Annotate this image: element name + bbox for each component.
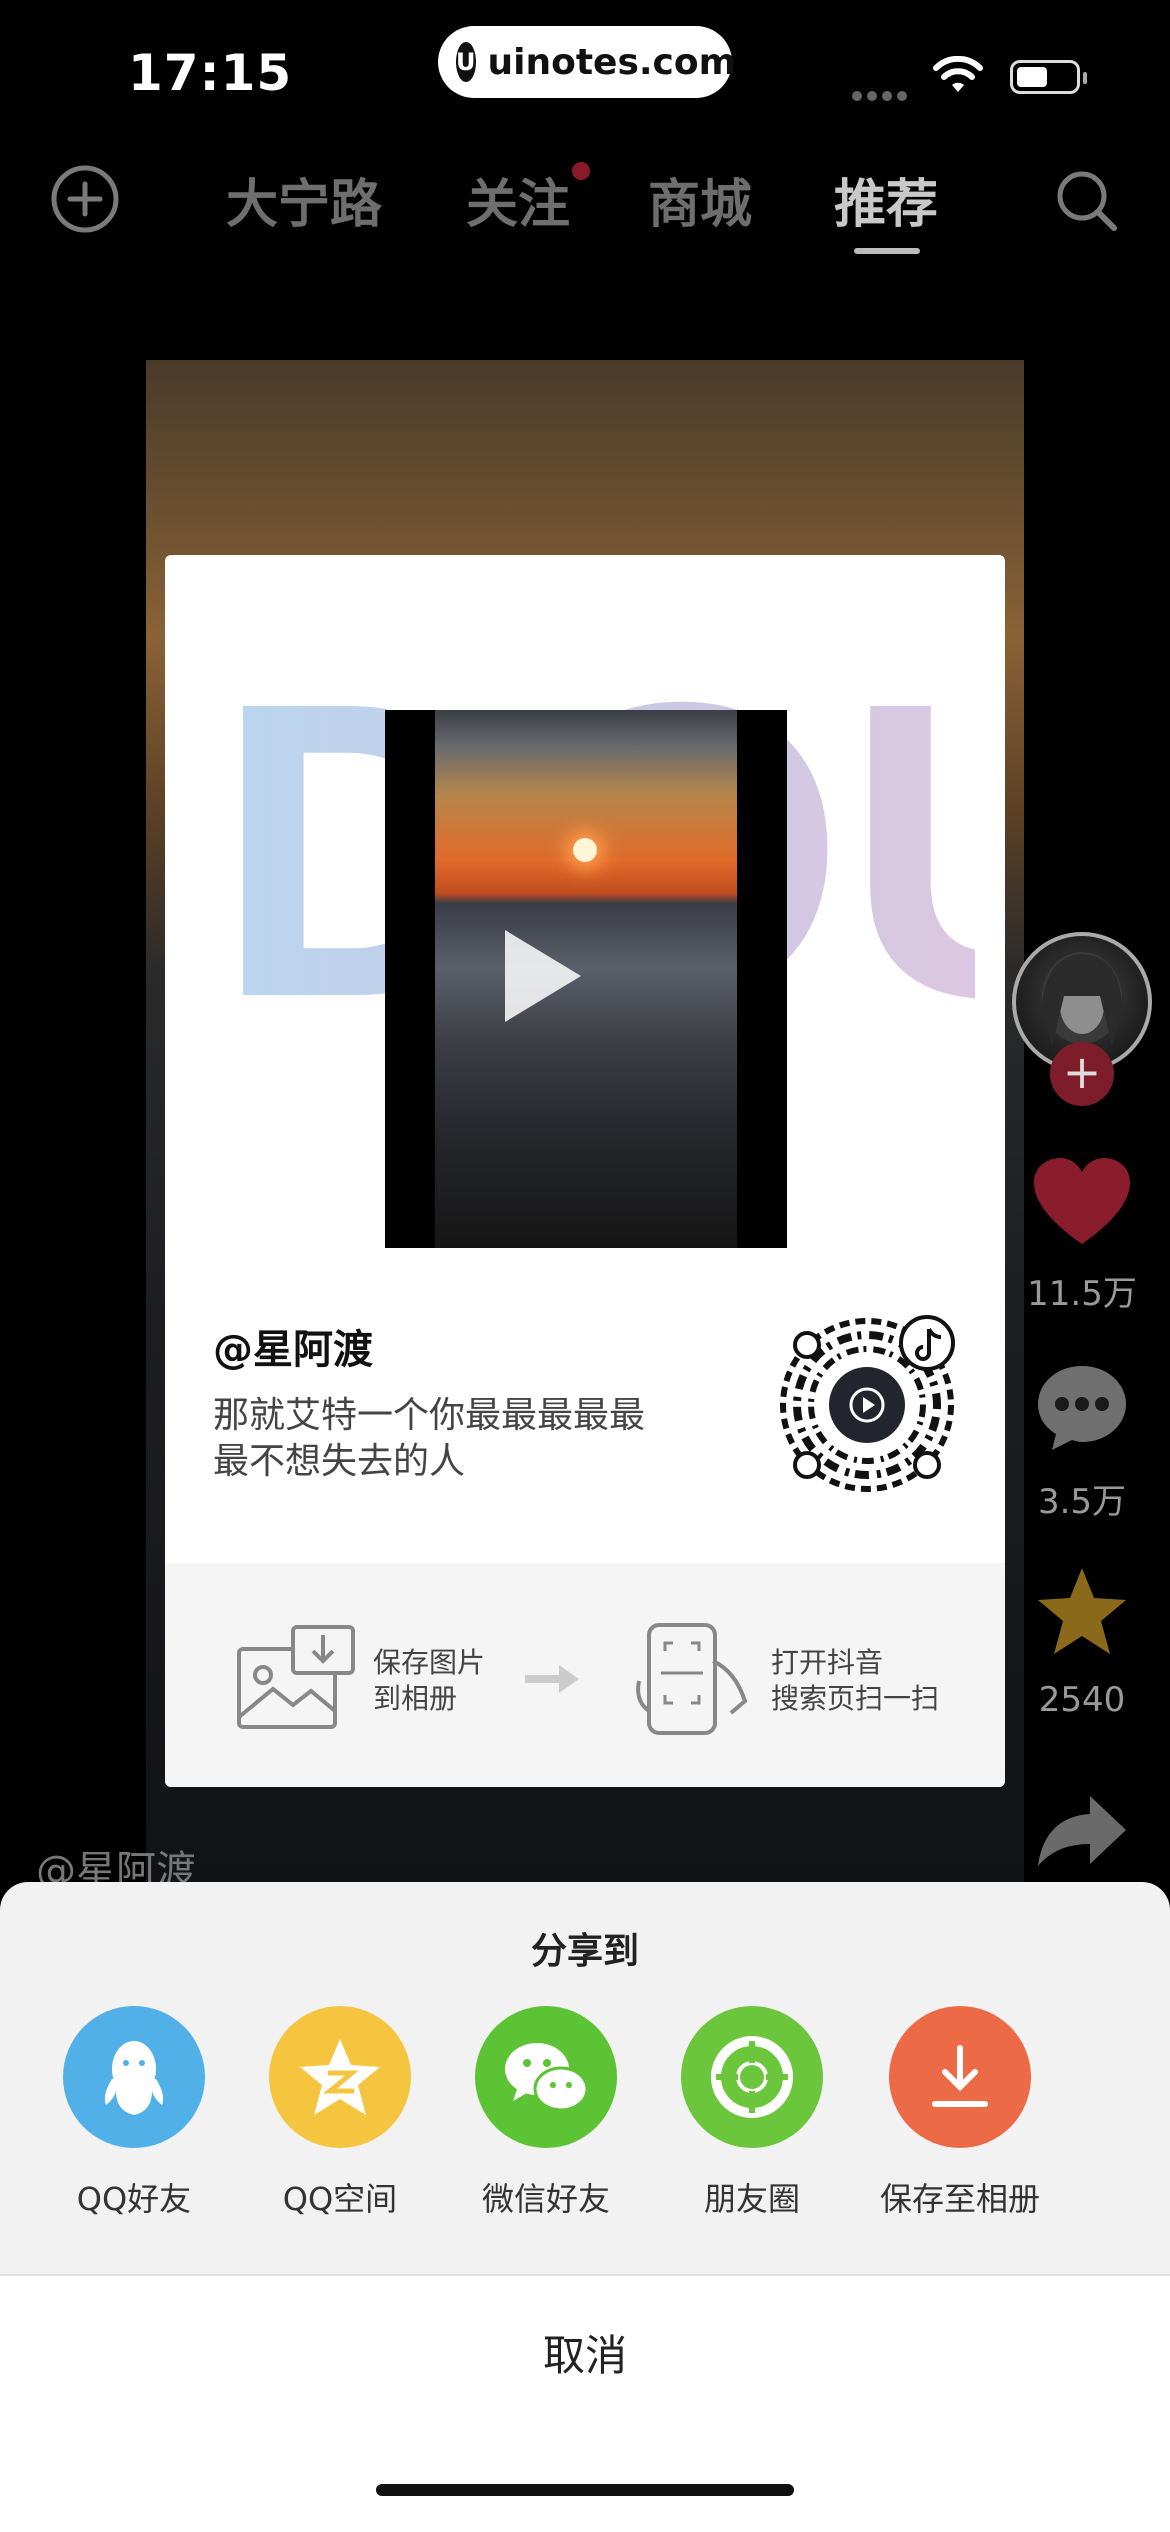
- share-moments[interactable]: 朋友圈: [652, 2006, 852, 2220]
- cellular-signal-icon: [852, 86, 912, 105]
- cancel-label: 取消: [542, 2331, 627, 2380]
- star-icon[interactable]: [1034, 1566, 1130, 1658]
- share-label: QQ空间: [282, 2180, 398, 2218]
- tab-location[interactable]: 大宁路: [226, 162, 382, 237]
- share-label: 朋友圈: [703, 2180, 800, 2218]
- share-label: 保存至相册: [879, 2180, 1040, 2218]
- arrow-right-icon: [525, 1665, 579, 1693]
- like-count: 11.5万: [1027, 1274, 1137, 1314]
- share-card: DOU @星阿渡 那就艾特一个你最最最最最 最不想失去的人 保存图: [165, 555, 1005, 1787]
- download-icon: [889, 2006, 1031, 2148]
- favorite-count: 2540: [1038, 1680, 1126, 1720]
- play-icon[interactable]: [505, 930, 581, 1022]
- share-save-to-album[interactable]: 保存至相册: [860, 2006, 1060, 2220]
- tab-recommend[interactable]: 推荐: [834, 162, 938, 237]
- notification-dot: [572, 162, 590, 180]
- step-scan: 打开抖音 搜索页扫一扫: [771, 1645, 939, 1717]
- status-time: 17:15: [128, 44, 293, 102]
- add-circle-icon[interactable]: [50, 164, 120, 234]
- card-username: @星阿渡: [213, 1327, 373, 1373]
- url-pill: U uinotes.com: [438, 26, 736, 98]
- comment-icon[interactable]: [1034, 1362, 1130, 1454]
- share-sheet: 分享到 QQ好友 QQ空间 微信好友 朋友圈 保存至相册 取消: [0, 1882, 1170, 2532]
- heart-icon[interactable]: [1032, 1156, 1132, 1248]
- sunset-image: [435, 710, 737, 1248]
- share-qq-friend[interactable]: QQ好友: [34, 2006, 234, 2220]
- qr-code-icon: [780, 1315, 955, 1492]
- top-nav: 大宁路 关注 商城 推荐: [0, 150, 1170, 260]
- card-description-line: 那就艾特一个你最最最最最: [213, 1395, 646, 1436]
- card-footer: 保存图片 到相册 打开抖音 搜索页扫一扫: [165, 1563, 1005, 1787]
- share-sheet-title: 分享到: [530, 1931, 639, 1972]
- step-save-image: 保存图片 到相册: [373, 1645, 485, 1717]
- wechat-icon: [475, 2006, 617, 2148]
- share-label: 微信好友: [481, 2180, 610, 2218]
- search-icon[interactable]: [1052, 166, 1122, 236]
- moments-icon: [681, 2006, 823, 2148]
- follow-button[interactable]: +: [1050, 1042, 1114, 1106]
- step-text: 保存图片: [373, 1646, 486, 1679]
- card-description: 那就艾特一个你最最最最最 最不想失去的人: [213, 1393, 733, 1485]
- tab-mall[interactable]: 商城: [648, 162, 752, 237]
- step-text: 打开抖音: [771, 1646, 884, 1679]
- url-text: uinotes.com: [487, 41, 737, 83]
- step-text: 到相册: [373, 1682, 458, 1715]
- share-arrow-icon[interactable]: [1036, 1794, 1128, 1866]
- step-text: 搜索页扫一扫: [771, 1682, 940, 1715]
- comment-count: 3.5万: [1037, 1482, 1127, 1522]
- share-label: QQ好友: [76, 2180, 192, 2218]
- card-description-line: 最不想失去的人: [213, 1441, 466, 1482]
- save-image-icon: [237, 1625, 355, 1729]
- wifi-icon: [933, 56, 983, 92]
- qq-icon: [63, 2006, 205, 2148]
- site-logo-icon: U: [456, 42, 476, 82]
- battery-icon: [1010, 60, 1087, 94]
- cancel-button[interactable]: 取消: [0, 2274, 1170, 2532]
- tab-following[interactable]: 关注: [466, 162, 570, 237]
- qzone-icon: [269, 2006, 411, 2148]
- status-bar: 17:15 U uinotes.com: [0, 0, 1170, 140]
- scan-phone-icon: [636, 1623, 748, 1735]
- share-qzone[interactable]: QQ空间: [240, 2006, 440, 2220]
- share-wechat-friend[interactable]: 微信好友: [446, 2006, 646, 2220]
- video-thumbnail[interactable]: [385, 710, 787, 1248]
- sun: [573, 838, 597, 862]
- active-tab-indicator: [854, 248, 920, 254]
- home-indicator: [376, 2484, 794, 2496]
